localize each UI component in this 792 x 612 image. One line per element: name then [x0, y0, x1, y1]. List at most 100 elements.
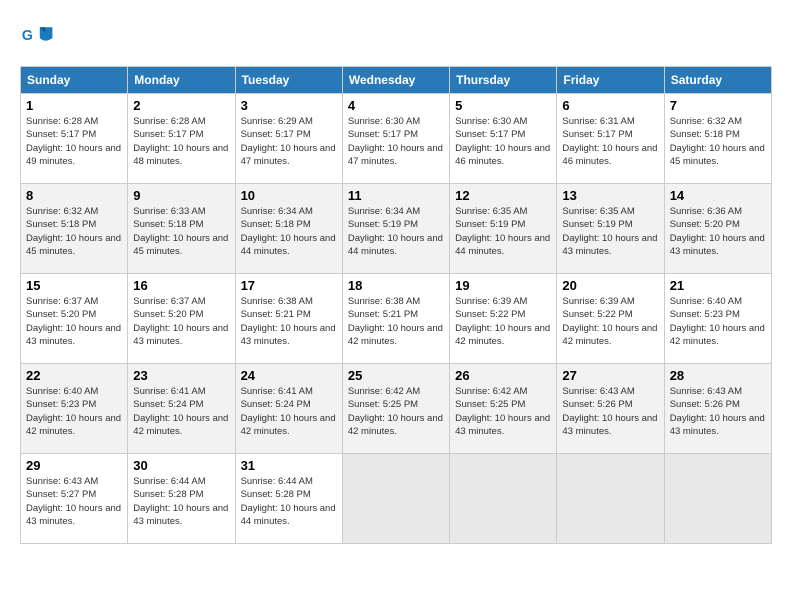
- calendar-cell: 26 Sunrise: 6:42 AM Sunset: 5:25 PM Dayl…: [450, 364, 557, 454]
- calendar-week-row: 8 Sunrise: 6:32 AM Sunset: 5:18 PM Dayli…: [21, 184, 772, 274]
- calendar-cell: 28 Sunrise: 6:43 AM Sunset: 5:26 PM Dayl…: [664, 364, 771, 454]
- calendar-cell: 16 Sunrise: 6:37 AM Sunset: 5:20 PM Dayl…: [128, 274, 235, 364]
- day-number: 8: [26, 188, 122, 203]
- logo-icon: G: [20, 20, 56, 56]
- day-info: Sunrise: 6:38 AM Sunset: 5:21 PM Dayligh…: [348, 295, 444, 348]
- day-info: Sunrise: 6:41 AM Sunset: 5:24 PM Dayligh…: [133, 385, 229, 438]
- day-number: 27: [562, 368, 658, 383]
- day-info: Sunrise: 6:31 AM Sunset: 5:17 PM Dayligh…: [562, 115, 658, 168]
- calendar-cell: 3 Sunrise: 6:29 AM Sunset: 5:17 PM Dayli…: [235, 94, 342, 184]
- day-info: Sunrise: 6:43 AM Sunset: 5:26 PM Dayligh…: [562, 385, 658, 438]
- day-number: 30: [133, 458, 229, 473]
- day-info: Sunrise: 6:30 AM Sunset: 5:17 PM Dayligh…: [455, 115, 551, 168]
- day-info: Sunrise: 6:39 AM Sunset: 5:22 PM Dayligh…: [562, 295, 658, 348]
- calendar-cell: [557, 454, 664, 544]
- calendar-cell: 12 Sunrise: 6:35 AM Sunset: 5:19 PM Dayl…: [450, 184, 557, 274]
- calendar-cell: 31 Sunrise: 6:44 AM Sunset: 5:28 PM Dayl…: [235, 454, 342, 544]
- calendar-cell: 19 Sunrise: 6:39 AM Sunset: 5:22 PM Dayl…: [450, 274, 557, 364]
- calendar-cell: 23 Sunrise: 6:41 AM Sunset: 5:24 PM Dayl…: [128, 364, 235, 454]
- weekday-header-sunday: Sunday: [21, 67, 128, 94]
- day-number: 29: [26, 458, 122, 473]
- calendar-cell: 1 Sunrise: 6:28 AM Sunset: 5:17 PM Dayli…: [21, 94, 128, 184]
- day-number: 28: [670, 368, 766, 383]
- day-number: 4: [348, 98, 444, 113]
- day-number: 25: [348, 368, 444, 383]
- day-info: Sunrise: 6:44 AM Sunset: 5:28 PM Dayligh…: [241, 475, 337, 528]
- day-info: Sunrise: 6:38 AM Sunset: 5:21 PM Dayligh…: [241, 295, 337, 348]
- day-number: 24: [241, 368, 337, 383]
- day-number: 17: [241, 278, 337, 293]
- day-number: 16: [133, 278, 229, 293]
- day-info: Sunrise: 6:33 AM Sunset: 5:18 PM Dayligh…: [133, 205, 229, 258]
- calendar-cell: [450, 454, 557, 544]
- day-info: Sunrise: 6:37 AM Sunset: 5:20 PM Dayligh…: [26, 295, 122, 348]
- day-number: 2: [133, 98, 229, 113]
- day-info: Sunrise: 6:43 AM Sunset: 5:27 PM Dayligh…: [26, 475, 122, 528]
- calendar-week-row: 15 Sunrise: 6:37 AM Sunset: 5:20 PM Dayl…: [21, 274, 772, 364]
- day-info: Sunrise: 6:35 AM Sunset: 5:19 PM Dayligh…: [562, 205, 658, 258]
- day-number: 7: [670, 98, 766, 113]
- day-number: 20: [562, 278, 658, 293]
- calendar-cell: 30 Sunrise: 6:44 AM Sunset: 5:28 PM Dayl…: [128, 454, 235, 544]
- day-number: 5: [455, 98, 551, 113]
- day-number: 11: [348, 188, 444, 203]
- day-info: Sunrise: 6:30 AM Sunset: 5:17 PM Dayligh…: [348, 115, 444, 168]
- day-number: 26: [455, 368, 551, 383]
- day-info: Sunrise: 6:40 AM Sunset: 5:23 PM Dayligh…: [670, 295, 766, 348]
- day-info: Sunrise: 6:37 AM Sunset: 5:20 PM Dayligh…: [133, 295, 229, 348]
- calendar-week-row: 22 Sunrise: 6:40 AM Sunset: 5:23 PM Dayl…: [21, 364, 772, 454]
- calendar-cell: 27 Sunrise: 6:43 AM Sunset: 5:26 PM Dayl…: [557, 364, 664, 454]
- day-number: 13: [562, 188, 658, 203]
- weekday-header-thursday: Thursday: [450, 67, 557, 94]
- calendar-cell: 24 Sunrise: 6:41 AM Sunset: 5:24 PM Dayl…: [235, 364, 342, 454]
- day-number: 9: [133, 188, 229, 203]
- calendar-cell: 21 Sunrise: 6:40 AM Sunset: 5:23 PM Dayl…: [664, 274, 771, 364]
- day-number: 19: [455, 278, 551, 293]
- day-number: 3: [241, 98, 337, 113]
- day-number: 14: [670, 188, 766, 203]
- day-number: 22: [26, 368, 122, 383]
- day-info: Sunrise: 6:40 AM Sunset: 5:23 PM Dayligh…: [26, 385, 122, 438]
- weekday-header-tuesday: Tuesday: [235, 67, 342, 94]
- calendar-cell: [342, 454, 449, 544]
- weekday-header-monday: Monday: [128, 67, 235, 94]
- day-info: Sunrise: 6:29 AM Sunset: 5:17 PM Dayligh…: [241, 115, 337, 168]
- weekday-header-row: SundayMondayTuesdayWednesdayThursdayFrid…: [21, 67, 772, 94]
- calendar-cell: 2 Sunrise: 6:28 AM Sunset: 5:17 PM Dayli…: [128, 94, 235, 184]
- calendar-cell: 13 Sunrise: 6:35 AM Sunset: 5:19 PM Dayl…: [557, 184, 664, 274]
- day-number: 18: [348, 278, 444, 293]
- day-info: Sunrise: 6:42 AM Sunset: 5:25 PM Dayligh…: [455, 385, 551, 438]
- day-number: 12: [455, 188, 551, 203]
- calendar-cell: 9 Sunrise: 6:33 AM Sunset: 5:18 PM Dayli…: [128, 184, 235, 274]
- day-info: Sunrise: 6:28 AM Sunset: 5:17 PM Dayligh…: [26, 115, 122, 168]
- calendar-cell: 15 Sunrise: 6:37 AM Sunset: 5:20 PM Dayl…: [21, 274, 128, 364]
- day-number: 31: [241, 458, 337, 473]
- calendar-cell: 11 Sunrise: 6:34 AM Sunset: 5:19 PM Dayl…: [342, 184, 449, 274]
- day-info: Sunrise: 6:36 AM Sunset: 5:20 PM Dayligh…: [670, 205, 766, 258]
- calendar-cell: 5 Sunrise: 6:30 AM Sunset: 5:17 PM Dayli…: [450, 94, 557, 184]
- day-info: Sunrise: 6:41 AM Sunset: 5:24 PM Dayligh…: [241, 385, 337, 438]
- calendar-week-row: 1 Sunrise: 6:28 AM Sunset: 5:17 PM Dayli…: [21, 94, 772, 184]
- day-info: Sunrise: 6:43 AM Sunset: 5:26 PM Dayligh…: [670, 385, 766, 438]
- calendar-cell: 17 Sunrise: 6:38 AM Sunset: 5:21 PM Dayl…: [235, 274, 342, 364]
- day-info: Sunrise: 6:35 AM Sunset: 5:19 PM Dayligh…: [455, 205, 551, 258]
- day-info: Sunrise: 6:34 AM Sunset: 5:18 PM Dayligh…: [241, 205, 337, 258]
- day-info: Sunrise: 6:32 AM Sunset: 5:18 PM Dayligh…: [26, 205, 122, 258]
- day-info: Sunrise: 6:28 AM Sunset: 5:17 PM Dayligh…: [133, 115, 229, 168]
- day-number: 15: [26, 278, 122, 293]
- calendar-cell: 7 Sunrise: 6:32 AM Sunset: 5:18 PM Dayli…: [664, 94, 771, 184]
- calendar-cell: 29 Sunrise: 6:43 AM Sunset: 5:27 PM Dayl…: [21, 454, 128, 544]
- day-number: 10: [241, 188, 337, 203]
- calendar-cell: 25 Sunrise: 6:42 AM Sunset: 5:25 PM Dayl…: [342, 364, 449, 454]
- calendar-table: SundayMondayTuesdayWednesdayThursdayFrid…: [20, 66, 772, 544]
- day-number: 21: [670, 278, 766, 293]
- calendar-cell: 10 Sunrise: 6:34 AM Sunset: 5:18 PM Dayl…: [235, 184, 342, 274]
- day-number: 6: [562, 98, 658, 113]
- day-info: Sunrise: 6:34 AM Sunset: 5:19 PM Dayligh…: [348, 205, 444, 258]
- weekday-header-saturday: Saturday: [664, 67, 771, 94]
- day-info: Sunrise: 6:32 AM Sunset: 5:18 PM Dayligh…: [670, 115, 766, 168]
- day-info: Sunrise: 6:44 AM Sunset: 5:28 PM Dayligh…: [133, 475, 229, 528]
- day-info: Sunrise: 6:42 AM Sunset: 5:25 PM Dayligh…: [348, 385, 444, 438]
- calendar-cell: 4 Sunrise: 6:30 AM Sunset: 5:17 PM Dayli…: [342, 94, 449, 184]
- day-info: Sunrise: 6:39 AM Sunset: 5:22 PM Dayligh…: [455, 295, 551, 348]
